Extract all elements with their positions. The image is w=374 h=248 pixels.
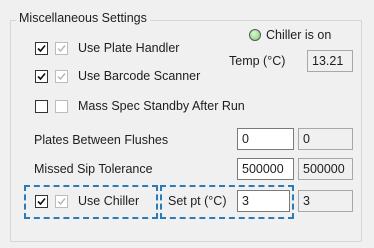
missed-sip-tolerance-input[interactable]: 500000 [237, 158, 294, 180]
use-barcode-scanner-ghost-checkbox [55, 70, 68, 83]
missed-sip-tolerance-label: Missed Sip Tolerance [34, 162, 153, 176]
plates-between-flushes-label: Plates Between Flushes [34, 133, 169, 147]
use-plate-handler-ghost-checkbox [55, 42, 68, 55]
mass-spec-standby-ghost-checkbox [55, 100, 68, 113]
missed-sip-tolerance-current: 500000 [298, 158, 353, 180]
group-title: Miscellaneous Settings [16, 11, 150, 25]
use-barcode-scanner-checkbox[interactable] [35, 70, 48, 83]
use-plate-handler-checkbox[interactable] [35, 42, 48, 55]
use-plate-handler-label[interactable]: Use Plate Handler [78, 41, 179, 55]
set-point-current: 3 [298, 190, 353, 212]
mass-spec-standby-checkbox[interactable] [35, 100, 48, 113]
temp-label: Temp (°C) [229, 54, 286, 68]
use-chiller-ghost-checkbox [55, 195, 68, 208]
set-point-input[interactable]: 3 [237, 190, 290, 212]
temp-value-field: 13.21 [307, 50, 353, 72]
set-point-label: Set pt (°C) [168, 194, 227, 208]
chiller-status-label: Chiller is on [266, 28, 332, 42]
use-chiller-checkbox[interactable] [35, 195, 48, 208]
plates-between-flushes-current: 0 [298, 128, 353, 150]
use-barcode-scanner-label[interactable]: Use Barcode Scanner [78, 69, 200, 83]
plates-between-flushes-input[interactable]: 0 [237, 128, 294, 150]
mass-spec-standby-label[interactable]: Mass Spec Standby After Run [78, 99, 245, 113]
use-chiller-label[interactable]: Use Chiller [78, 194, 139, 208]
chiller-status-led-icon [249, 29, 261, 41]
